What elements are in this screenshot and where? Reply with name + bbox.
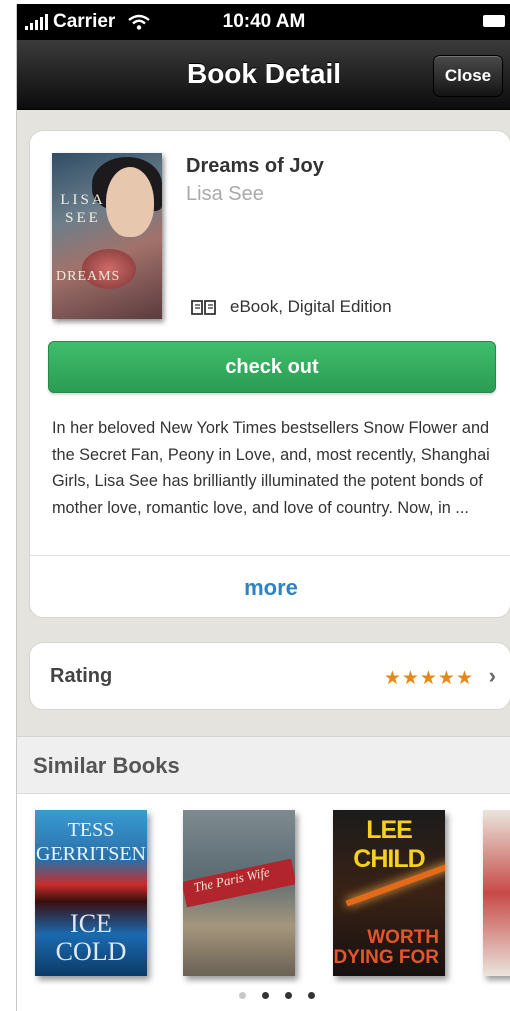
rating-label: Rating (50, 665, 113, 687)
more-button[interactable]: more (30, 555, 510, 617)
format-label: eBook, Digital Edition (230, 297, 392, 316)
cover-art-face (106, 167, 154, 237)
nav-bar: Book Detail Close (17, 40, 510, 110)
cover-title-text: WORTH DYING FOR (333, 927, 439, 968)
page-indicator[interactable] (17, 992, 510, 999)
open-book-icon (191, 300, 216, 315)
close-button[interactable]: Close (433, 55, 503, 97)
cover-author-text: TESS GERRITSEN (36, 819, 146, 865)
page-dot[interactable] (239, 992, 246, 999)
similar-book-cover[interactable]: LEE CHILD WORTH DYING FOR (333, 810, 445, 976)
status-time: 10:40 AM (222, 11, 306, 32)
similar-book-cover[interactable] (483, 810, 510, 976)
status-bar: Carrier 10:40 AM (17, 4, 510, 40)
cover-author-text: LISA SEE (60, 192, 106, 226)
similar-books-carousel[interactable]: TESS GERRITSEN ICE COLD The Paris Wife L… (17, 794, 510, 1011)
similar-book-cover[interactable]: The Paris Wife (183, 810, 295, 976)
book-detail-card: LISA SEE DREAMS Dreams of Joy Lisa See e… (29, 130, 510, 618)
chevron-right-icon: › (488, 663, 496, 688)
similar-book-cover[interactable]: TESS GERRITSEN ICE COLD (35, 810, 147, 976)
cover-title-text: DREAMS (56, 269, 121, 284)
similar-books-header: Similar Books (17, 736, 510, 794)
book-title: Dreams of Joy (186, 155, 324, 177)
cover-author-text: LEE CHILD (353, 816, 425, 873)
page-dot[interactable] (308, 992, 315, 999)
star-rating-icons: ★★★★★ (383, 668, 474, 689)
cover-title-text: ICE COLD (55, 909, 127, 966)
page-dot[interactable] (285, 992, 292, 999)
battery-icon (483, 15, 505, 27)
page-dot[interactable] (262, 992, 269, 999)
book-author: Lisa See (186, 183, 264, 205)
check-out-button[interactable]: check out (48, 341, 496, 393)
format-row: eBook, Digital Edition (190, 297, 392, 317)
similar-books-title: Similar Books (33, 753, 180, 778)
book-description: In her beloved New York Times bestseller… (52, 419, 490, 517)
rating-row[interactable]: Rating ★★★★★ › (29, 642, 510, 710)
phone-screen: Carrier 10:40 AM Book Detail Close LISA … (16, 4, 510, 1011)
book-cover-image: LISA SEE DREAMS (52, 153, 162, 319)
